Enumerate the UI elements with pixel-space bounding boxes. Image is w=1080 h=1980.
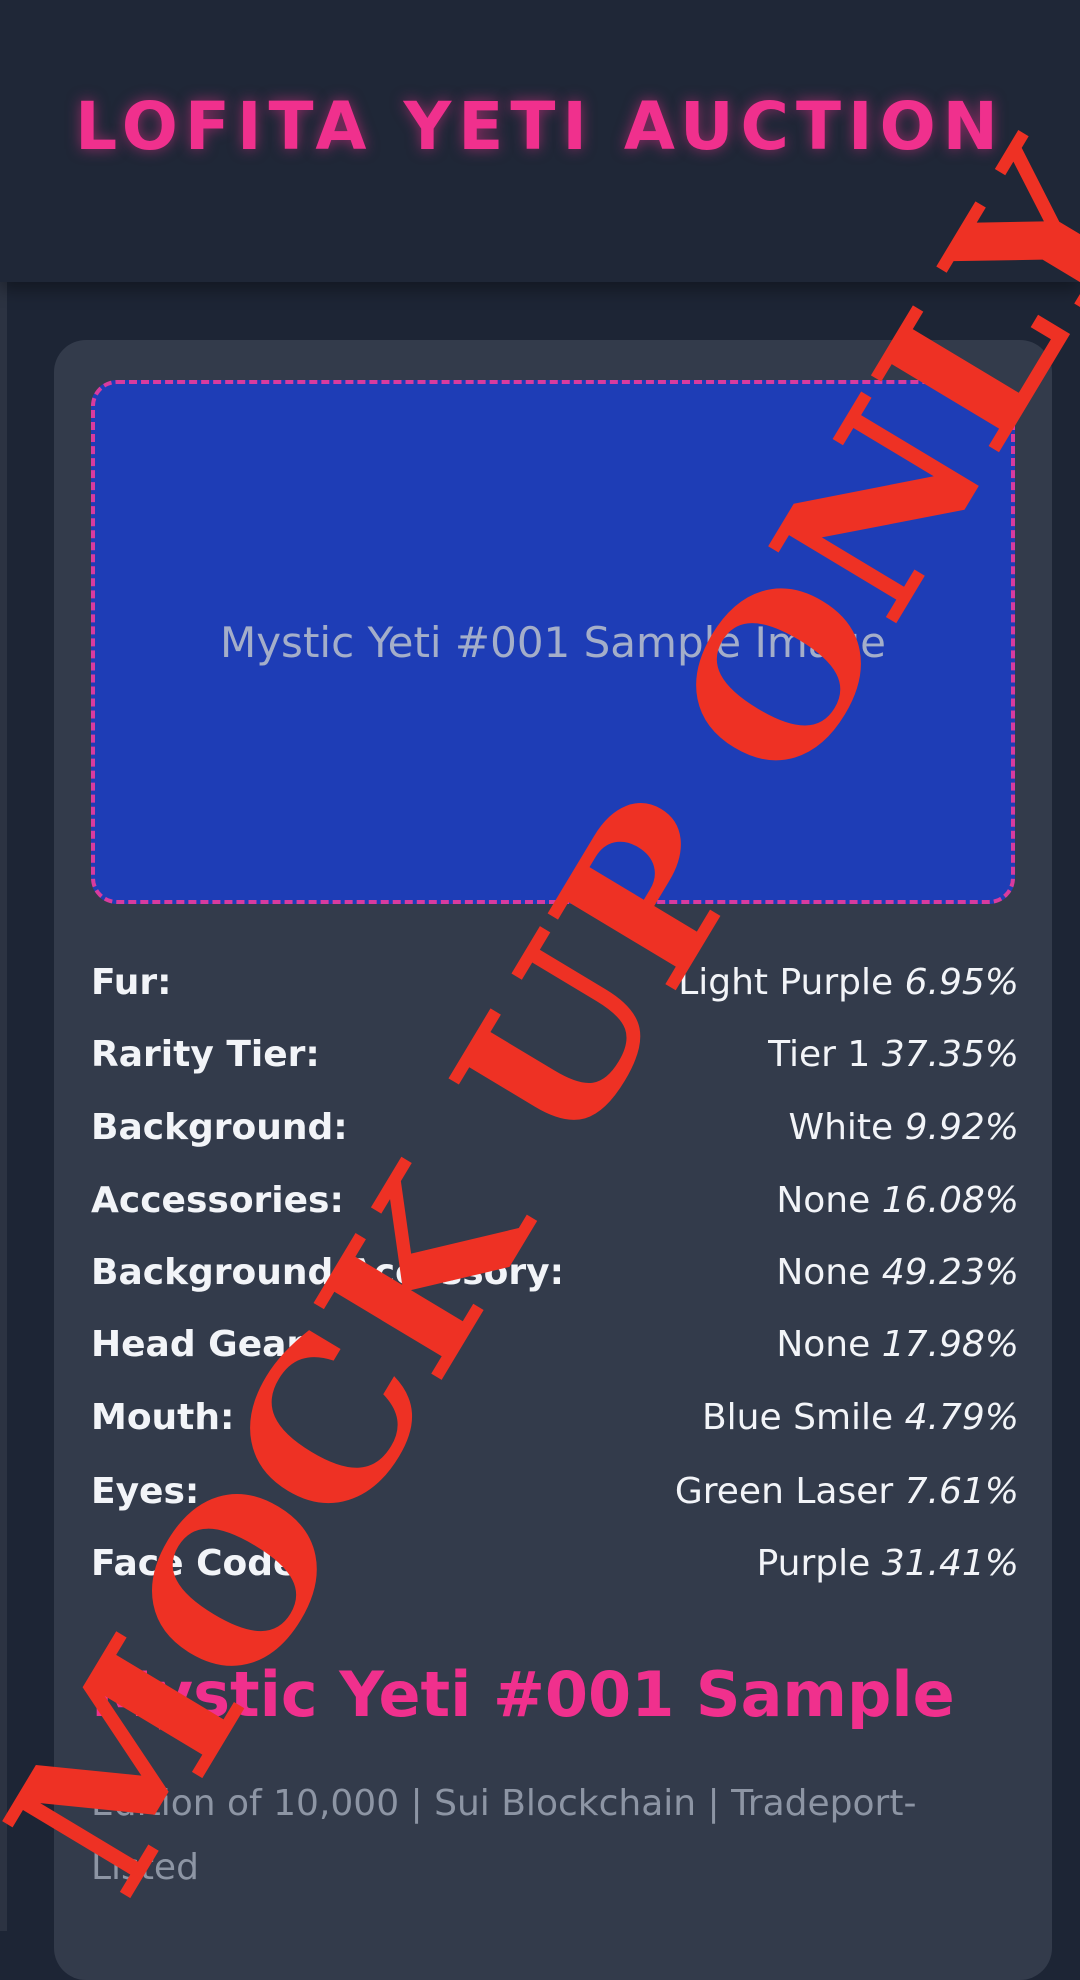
screen-edge (0, 0, 7, 1931)
trait-name: Head Gear: (91, 1324, 319, 1365)
trait-value: Light Purple 6.95% (678, 957, 1019, 1009)
trait-name: Background: (91, 1107, 348, 1148)
trait-value: Green Laser 7.61% (675, 1466, 1019, 1518)
trait-name: Mouth: (91, 1397, 235, 1438)
trait-row-face-code: Face Code: Purple 31.41% (91, 1538, 1019, 1590)
trait-percent: 17.98% (881, 1324, 1019, 1365)
trait-value-text: Green Laser (674, 1471, 894, 1512)
trait-value-text: White (788, 1107, 894, 1148)
trait-percent: 31.41% (881, 1543, 1019, 1584)
trait-value-text: Light Purple (678, 962, 894, 1003)
trait-name: Eyes: (91, 1471, 200, 1512)
trait-name: Accessories: (91, 1180, 344, 1221)
app-title: LOFITA YETI AUCTION (75, 88, 1005, 165)
trait-value-text: None (776, 1324, 871, 1365)
trait-percent: 7.61% (904, 1471, 1019, 1512)
trait-percent: 9.92% (904, 1107, 1019, 1148)
nft-image-placeholder: Mystic Yeti #001 Sample Image (91, 380, 1015, 904)
app-header: LOFITA YETI AUCTION (0, 0, 1080, 282)
nft-name: Mystic Yeti #001 Sample (91, 1658, 955, 1731)
trait-percent: 16.08% (881, 1180, 1019, 1221)
trait-value-text: Purple (756, 1543, 871, 1584)
trait-value: White 9.92% (788, 1102, 1019, 1154)
trait-percent: 37.35% (881, 1034, 1019, 1075)
trait-percent: 49.23% (881, 1252, 1019, 1293)
trait-row-background: Background: White 9.92% (91, 1102, 1019, 1154)
trait-percent: 4.79% (904, 1397, 1019, 1438)
trait-row-head-gear: Head Gear: None 17.98% (91, 1319, 1019, 1371)
trait-name: Rarity Tier: (91, 1034, 320, 1075)
trait-value-text: None (776, 1180, 871, 1221)
trait-value-text: Tier 1 (768, 1034, 871, 1075)
image-caption: Mystic Yeti #001 Sample Image (219, 618, 887, 667)
trait-row-eyes: Eyes: Green Laser 7.61% (91, 1466, 1019, 1518)
nft-meta: Edition of 10,000 | Sui Blockchain | Tra… (91, 1783, 917, 1888)
trait-row-fur: Fur: Light Purple 6.95% (91, 957, 1019, 1009)
trait-value-text: Blue Smile (701, 1397, 894, 1438)
trait-value: None 16.08% (776, 1175, 1019, 1227)
trait-row-accessories: Accessories: None 16.08% (91, 1175, 1019, 1227)
trait-row-background-accessory: Background Accessory: None 49.23% (91, 1247, 1019, 1299)
trait-value: None 49.23% (776, 1247, 1019, 1299)
trait-value: Tier 1 37.35% (768, 1029, 1019, 1081)
trait-value: None 17.98% (776, 1319, 1019, 1371)
trait-name: Fur: (91, 962, 172, 1003)
trait-value: Purple 31.41% (757, 1538, 1019, 1590)
trait-value-text: None (776, 1252, 871, 1293)
trait-percent: 6.95% (904, 962, 1019, 1003)
trait-row-rarity-tier: Rarity Tier: Tier 1 37.35% (91, 1029, 1019, 1081)
trait-value: Blue Smile 4.79% (702, 1392, 1019, 1444)
trait-row-mouth: Mouth: Blue Smile 4.79% (91, 1392, 1019, 1444)
trait-name: Background Accessory: (91, 1252, 564, 1293)
trait-name: Face Code: (91, 1543, 312, 1584)
